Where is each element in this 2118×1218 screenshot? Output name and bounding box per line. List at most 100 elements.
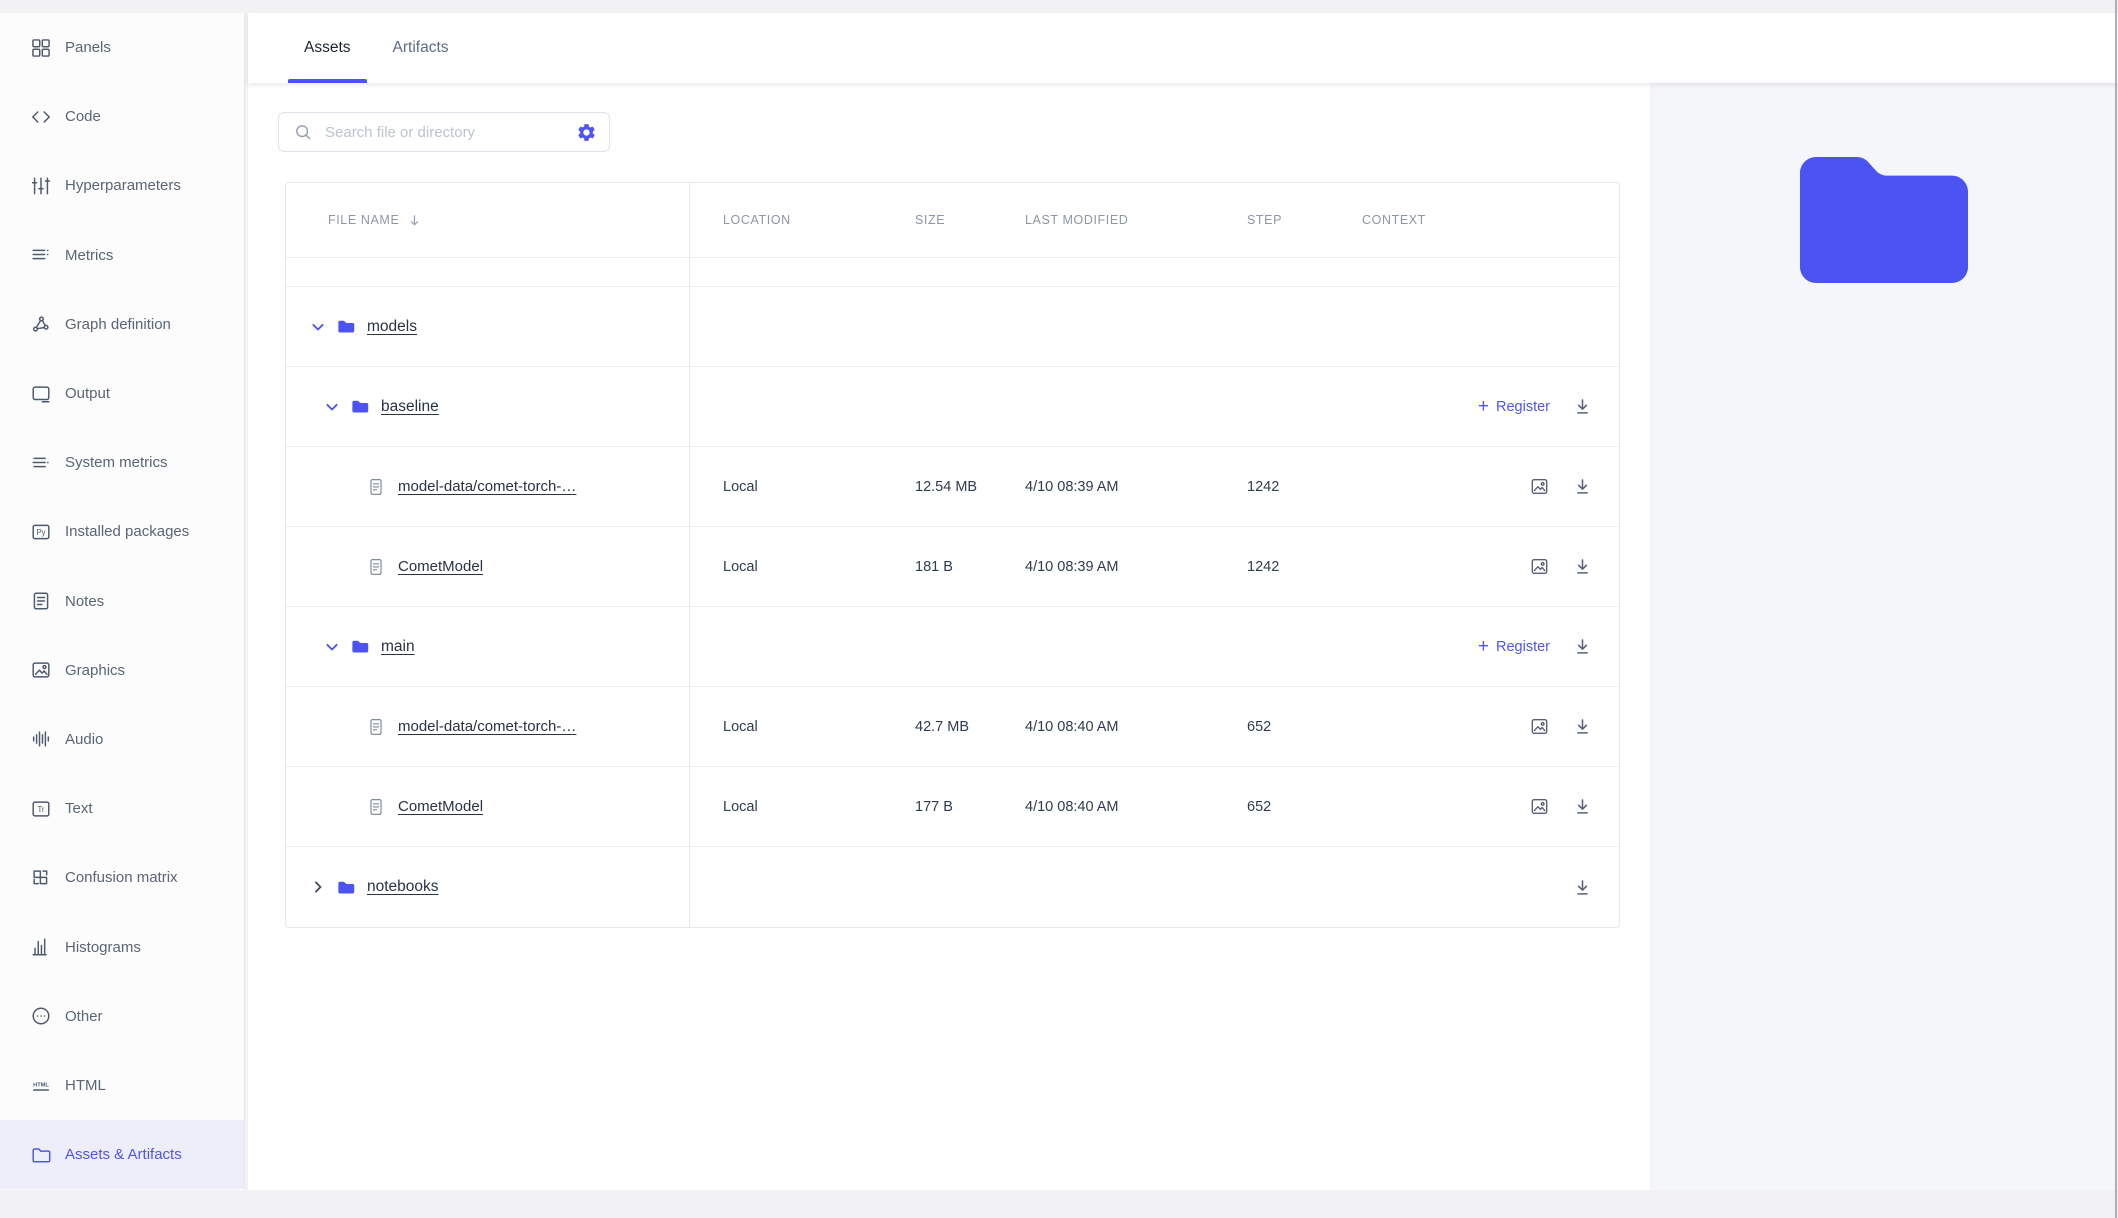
chevron-down-icon[interactable] xyxy=(322,397,342,417)
sidebar-item-text[interactable]: TrText xyxy=(0,774,244,843)
sidebar-item-histograms[interactable]: Histograms xyxy=(0,912,244,981)
file-document-icon xyxy=(366,557,386,577)
download-icon[interactable] xyxy=(1572,556,1593,577)
download-icon[interactable] xyxy=(1572,476,1593,497)
download-icon[interactable] xyxy=(1572,716,1593,737)
sidebar-item-panels[interactable]: Panels xyxy=(0,13,244,82)
download-icon[interactable] xyxy=(1572,396,1593,417)
audio-icon xyxy=(30,728,52,750)
notes-icon xyxy=(30,590,52,612)
sidebar-item-assets-artifacts[interactable]: Assets & Artifacts xyxy=(0,1120,244,1189)
download-icon[interactable] xyxy=(1572,796,1593,817)
output-icon xyxy=(30,383,52,405)
sidebar-item-notes[interactable]: Notes xyxy=(0,567,244,636)
file-name-link[interactable]: CometModel xyxy=(398,558,483,575)
svg-text:Tr: Tr xyxy=(37,805,44,814)
register-button[interactable]: +Register xyxy=(1478,637,1550,656)
svg-text:Py: Py xyxy=(36,528,45,537)
file-name-link[interactable]: CometModel xyxy=(398,798,483,815)
tab-artifacts[interactable]: Artifacts xyxy=(377,13,465,83)
file-row-cometmodel: CometModelLocal181 B4/10 08:39 AM1242 xyxy=(286,527,1619,607)
window-edge-scrollbar[interactable] xyxy=(2115,0,2117,1218)
file-name-link[interactable]: model-data/comet-torch-… xyxy=(398,478,576,495)
sidebar: Panels Code Hyperparameters Metrics Graph de… xyxy=(0,13,245,1190)
sidebar-item-label: Code xyxy=(65,108,101,125)
sidebar-item-label: Other xyxy=(65,1008,103,1025)
folder-name-link[interactable]: models xyxy=(367,318,417,336)
file-name-link[interactable]: model-data/comet-torch-… xyxy=(398,718,576,735)
tab-label: Assets xyxy=(304,39,351,57)
column-header-step: STEP xyxy=(1247,213,1362,227)
text-icon: Tr xyxy=(30,798,52,820)
image-preview-icon[interactable] xyxy=(1529,556,1550,577)
file-location: Local xyxy=(723,719,915,735)
sidebar-item-audio[interactable]: Audio xyxy=(0,705,244,774)
sidebar-item-other[interactable]: Other xyxy=(0,982,244,1051)
chevron-down-icon[interactable] xyxy=(322,637,342,657)
plus-icon: + xyxy=(1478,637,1489,656)
graphics-icon xyxy=(30,659,52,681)
register-button[interactable]: +Register xyxy=(1478,397,1550,416)
column-header-location: LOCATION xyxy=(723,213,915,227)
folder-row-baseline: baseline +Register xyxy=(286,367,1619,447)
chevron-right-icon[interactable] xyxy=(308,877,328,897)
search-box xyxy=(278,112,610,152)
sidebar-item-label: Graph definition xyxy=(65,316,171,333)
download-icon[interactable] xyxy=(1572,877,1593,898)
sidebar-item-label: Confusion matrix xyxy=(65,869,178,886)
chevron-down-icon[interactable] xyxy=(308,317,328,337)
sidebar-item-metrics[interactable]: Metrics xyxy=(0,221,244,290)
folder-row-main: main +Register xyxy=(286,607,1619,687)
file-last-modified: 4/10 08:40 AM xyxy=(1025,799,1247,815)
column-header-size: SIZE xyxy=(915,213,1025,227)
table-header-row: FILE NAMELOCATIONSIZELAST MODIFIEDSTEPCO… xyxy=(286,183,1619,258)
column-header-last-modified: LAST MODIFIED xyxy=(1025,213,1247,227)
file-last-modified: 4/10 08:39 AM xyxy=(1025,559,1247,575)
sidebar-item-label: Panels xyxy=(65,39,111,56)
column-header-file-name[interactable]: FILE NAME xyxy=(286,183,690,257)
file-document-icon xyxy=(366,717,386,737)
file-last-modified: 4/10 08:39 AM xyxy=(1025,479,1247,495)
sidebar-item-label: Metrics xyxy=(65,247,113,264)
sidebar-item-graph-definition[interactable]: Graph definition xyxy=(0,290,244,359)
sidebar-item-label: Assets & Artifacts xyxy=(65,1146,182,1163)
download-icon[interactable] xyxy=(1572,636,1593,657)
gear-icon[interactable] xyxy=(576,122,597,143)
sidebar-item-system-metrics[interactable]: System metrics xyxy=(0,428,244,497)
sidebar-item-hyperparameters[interactable]: Hyperparameters xyxy=(0,151,244,220)
search-input[interactable] xyxy=(323,123,566,142)
plus-icon: + xyxy=(1478,397,1489,416)
sidebar-item-html[interactable]: HTMLHTML xyxy=(0,1051,244,1120)
file-row-cometmodel: CometModelLocal177 B4/10 08:40 AM652 xyxy=(286,767,1619,847)
large-folder-icon xyxy=(1800,157,1968,283)
code-icon xyxy=(30,106,52,128)
sort-descending-icon[interactable] xyxy=(406,212,423,229)
tab-bar: Assets Artifacts xyxy=(248,13,2118,83)
file-step: 652 xyxy=(1247,799,1362,815)
sidebar-item-confusion-matrix[interactable]: Confusion matrix xyxy=(0,843,244,912)
graph-definition-icon xyxy=(30,313,52,335)
file-document-icon xyxy=(366,477,386,497)
sidebar-item-label: System metrics xyxy=(65,454,168,471)
folder-name-link[interactable]: notebooks xyxy=(367,878,439,896)
sidebar-item-label: HTML xyxy=(65,1077,106,1094)
file-size: 181 B xyxy=(915,559,1025,575)
image-preview-icon[interactable] xyxy=(1529,716,1550,737)
image-preview-icon[interactable] xyxy=(1529,476,1550,497)
file-size: 177 B xyxy=(915,799,1025,815)
sidebar-item-output[interactable]: Output xyxy=(0,359,244,428)
file-step: 1242 xyxy=(1247,479,1362,495)
folder-row-notebooks: notebooks xyxy=(286,847,1619,927)
folder-name-link[interactable]: baseline xyxy=(381,398,439,416)
sidebar-item-label: Graphics xyxy=(65,662,125,679)
sidebar-item-graphics[interactable]: Graphics xyxy=(0,636,244,705)
file-document-icon xyxy=(366,797,386,817)
assets-panel: FILE NAMELOCATIONSIZELAST MODIFIEDSTEPCO… xyxy=(248,83,1650,1190)
sidebar-item-code[interactable]: Code xyxy=(0,82,244,151)
tab-assets[interactable]: Assets xyxy=(288,13,367,83)
image-preview-icon[interactable] xyxy=(1529,796,1550,817)
folder-name-link[interactable]: main xyxy=(381,638,415,656)
file-last-modified: 4/10 08:40 AM xyxy=(1025,719,1247,735)
sidebar-item-label: Output xyxy=(65,385,110,402)
sidebar-item-installed-packages[interactable]: PyInstalled packages xyxy=(0,497,244,566)
